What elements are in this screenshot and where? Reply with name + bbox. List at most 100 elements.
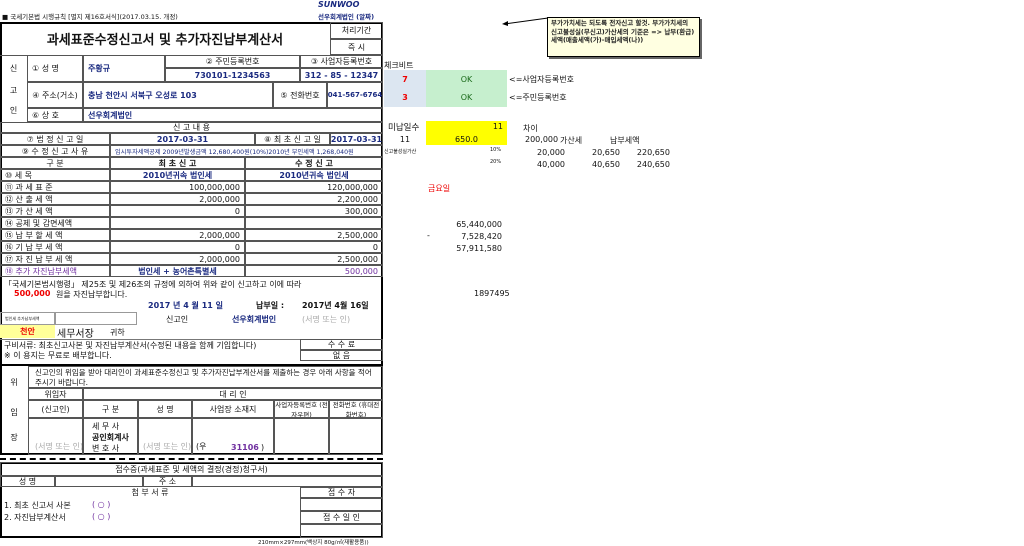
receipt-address-label: 주 소 (143, 476, 192, 487)
agent-type-cell[interactable]: 세 무 사 공인회계사 변 호 사 (83, 418, 138, 455)
form-title: 과세표준수정신고서 및 추가자진납부계산서 (46, 33, 284, 48)
revised-report-value[interactable]: 120,000,000 (245, 181, 383, 193)
sign-hint: (서명 또는 인) (143, 442, 192, 451)
attach-mark[interactable]: ( ○ ) (92, 500, 152, 511)
col-header-revised: 수 정 신 고 (245, 157, 383, 169)
statement-line2: 원을 자진납부합니다. (56, 290, 128, 299)
revised-report-value[interactable]: 500,000 (245, 265, 383, 277)
calc-value: 65,440,000 (456, 219, 502, 229)
report-date[interactable]: 2017 년 4 월 11 일 (148, 300, 248, 310)
reporter-name[interactable]: 선우회계법인 (232, 314, 302, 324)
form-reference: ■ 국세기본법 시행규칙 [별지 제16호서식](2017.03.15. 개정) (2, 13, 178, 21)
calc-value: 7,528,420 (461, 231, 502, 241)
revised-report-value[interactable]: 2010년귀속 법인세 (245, 169, 383, 181)
receipt-address-field[interactable] (192, 476, 383, 487)
agent-phone-cell[interactable] (329, 418, 383, 455)
footer-note: 210mm×297mm(백상지 80g/㎡(재활용품)) (258, 540, 369, 546)
row-label: ⑯ 기 납 부 세 액 (0, 241, 110, 253)
first-report-value[interactable]: 2,000,000 (110, 193, 245, 205)
applicant-side-label: 인 (9, 105, 18, 115)
receiver-field[interactable] (300, 498, 383, 511)
address-field[interactable]: 충남 천안시 서북구 오성로 103 (83, 82, 273, 108)
revised-report-value[interactable] (245, 217, 383, 229)
col-header-first: 최 초 신 고 (110, 157, 245, 169)
first-report-value[interactable]: 0 (110, 241, 245, 253)
first-report-value[interactable]: 2010년귀속 법인세 (110, 169, 245, 181)
sign-hint: (서명 또는 인) (302, 315, 351, 324)
code-value: 1897495 (474, 289, 510, 298)
phone-field[interactable]: 041-567-6764 (327, 82, 383, 108)
row-label: ⑫ 산 출 세 액 (0, 193, 110, 205)
small-tax-label: 법인세 추가납부세액 (0, 312, 55, 325)
diff-label: 차이 (523, 124, 538, 133)
minus-sign: - (427, 231, 430, 240)
first-report-value[interactable]: 2,000,000 (110, 229, 245, 241)
fee-label: 수 수 료 (300, 339, 383, 350)
first-report-value[interactable]: 100,000,000 (110, 181, 245, 193)
name-label: ① 성 명 (27, 55, 83, 82)
check-status-rrn: OK (426, 88, 507, 107)
revised-report-value[interactable]: 300,000 (245, 205, 383, 217)
rrn-field[interactable]: 730101-1234563 (165, 68, 300, 82)
receive-date-field[interactable] (300, 524, 383, 538)
postal-prefix: (우 (196, 442, 207, 451)
penalty-a: 20,000 (537, 147, 565, 157)
row-label: ⑬ 가 산 세 액 (0, 205, 110, 217)
row-label: ⑭ 공제 및 감면세액 (0, 217, 110, 229)
receipt-name-field[interactable] (55, 476, 143, 487)
required-docs: 구비서류: 최초신고사본 및 자진납부계산서(수정된 내용을 함께 기입합니다) (0, 339, 300, 350)
revised-report-value[interactable]: 2,500,000 (245, 229, 383, 241)
check-bit-label: 체크비트 (384, 61, 414, 70)
first-report-value[interactable] (110, 217, 245, 229)
check-note-brn: <=사업자등록번호 (509, 75, 574, 84)
pay-date[interactable]: 2017년 4월 16일 (302, 300, 382, 310)
statement-amount: 500,000 (14, 289, 51, 298)
row-label: ⑰ 자 진 납 부 세 액 (0, 253, 110, 265)
col-brn: 사업자등록번호 (전자우편) (274, 400, 329, 418)
cell-comment: 부가가치세는 되도록 전자신고 할것. 부가가치세의 신고불성실(무신고)가산세… (547, 17, 700, 57)
statement-line1: 「국세기본법시행령」 제25조 및 제26조의 규정에 의하여 위와 같이 신고… (4, 280, 302, 289)
penalty-b: 20,650 (592, 147, 620, 157)
first-report-value[interactable]: 2,000,000 (110, 253, 245, 265)
first-date-field[interactable]: 2017-03-31 (330, 133, 383, 145)
name-field[interactable]: 주황규 (83, 55, 165, 82)
brn-field[interactable]: 312 - 85 - 12347 (300, 68, 383, 82)
first-report-value[interactable]: 0 (110, 205, 245, 217)
check-note-rrn: <=주민등록번호 (509, 93, 567, 102)
agent-location-cell[interactable]: (우 31106 ) (192, 418, 274, 455)
diff-value: 200,000 (525, 135, 559, 144)
comment-arrow (502, 17, 549, 26)
reason-field[interactable]: 임시투자세액공제 2009년발생금액 12,680,400원(10%)2010년… (110, 145, 383, 157)
revised-report-value[interactable]: 2,200,000 (245, 193, 383, 205)
check-status-brn: OK (426, 70, 507, 88)
agent-brn-cell[interactable] (274, 418, 329, 455)
weekday: 금요일 (428, 184, 451, 193)
proxy-side-label: 임 (10, 407, 18, 417)
revised-report-value[interactable]: 2,500,000 (245, 253, 383, 265)
address-label: ④ 주소(거소) (27, 82, 83, 108)
penalty-c: 220,650 (636, 147, 670, 157)
free-notice: ※ 이 용지는 무료로 배부합니다. (4, 351, 112, 360)
agent-sign-cell[interactable]: (서명 또는 인) (138, 418, 192, 455)
penalty-b: 40,650 (592, 159, 620, 169)
first-report-value[interactable]: 법인세 + 농어촌특별세 (110, 265, 245, 277)
reason-label: ⑨ 수 정 신 고 사 유 (0, 145, 110, 157)
rate-value: 650.0 (455, 134, 478, 144)
processing-period-value: 즉 시 (330, 39, 383, 55)
reporter-label: 신고인 (166, 315, 189, 324)
receipt-title: 접수증(과세표준 및 세액의 결정(경정)청구서) (0, 462, 383, 476)
delegator-sign-cell[interactable]: (서명 또는 인) (28, 418, 83, 455)
agent-type: 공인회계사 (92, 433, 129, 442)
penalty-pct: 10% (490, 147, 502, 153)
fee-value: 없 음 (300, 350, 383, 361)
agent-label: 대 리 인 (83, 388, 383, 400)
col-header-category: 구 분 (0, 157, 110, 169)
tax-office-name[interactable]: 천안 (0, 325, 55, 338)
legal-date-field[interactable]: 2017-03-31 (110, 133, 255, 145)
attach-item: 1. 최초 신고서 사본 (4, 501, 71, 510)
trade-name-field[interactable]: 선우회계법인 (83, 108, 383, 122)
attach-mark[interactable]: ( ○ ) (92, 512, 152, 523)
revised-report-value[interactable]: 0 (245, 241, 383, 253)
small-input[interactable] (55, 312, 137, 325)
sunwoo-logo: SUNWOO (318, 0, 360, 9)
